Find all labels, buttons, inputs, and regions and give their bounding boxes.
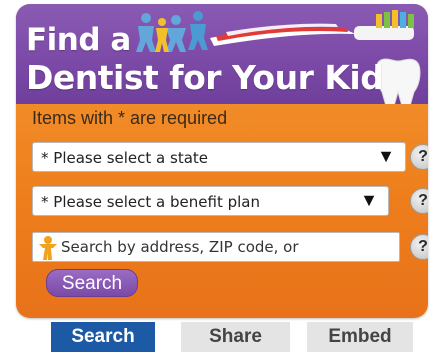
search-help-icon[interactable]: ? xyxy=(410,234,428,260)
title-line-2: Dentist for Your Kid xyxy=(26,58,384,97)
toothbrush-icon xyxy=(210,10,414,46)
benefit-plan-select-value: * Please select a benefit plan xyxy=(41,193,260,211)
title-line-1: Find a xyxy=(26,22,131,58)
kids-silhouettes-icon xyxy=(136,11,208,52)
tab-embed[interactable]: Embed xyxy=(307,322,413,352)
required-note: Items with * are required xyxy=(32,108,228,128)
search-button[interactable]: Search xyxy=(46,269,138,297)
tab-search[interactable]: Search xyxy=(51,322,155,352)
address-search-input[interactable] xyxy=(61,233,399,261)
tab-share[interactable]: Share xyxy=(181,322,290,352)
state-select-value: * Please select a state xyxy=(41,149,209,167)
state-help-icon[interactable]: ? xyxy=(410,144,428,170)
widget-header: Find a Dentist for Your Kid xyxy=(16,4,428,104)
address-search-field[interactable] xyxy=(32,232,400,262)
benefit-plan-select[interactable]: * Please select a benefit plan ▼ xyxy=(32,186,389,216)
child-figure-icon xyxy=(39,236,57,260)
dentist-finder-widget: Find a Dentist for Your Kid Items with *… xyxy=(16,4,428,318)
dropdown-arrow-icon: ▼ xyxy=(360,190,378,210)
state-select[interactable]: * Please select a state ▼ xyxy=(32,142,406,172)
dropdown-arrow-icon: ▼ xyxy=(377,146,395,166)
plan-help-icon[interactable]: ? xyxy=(410,188,428,214)
